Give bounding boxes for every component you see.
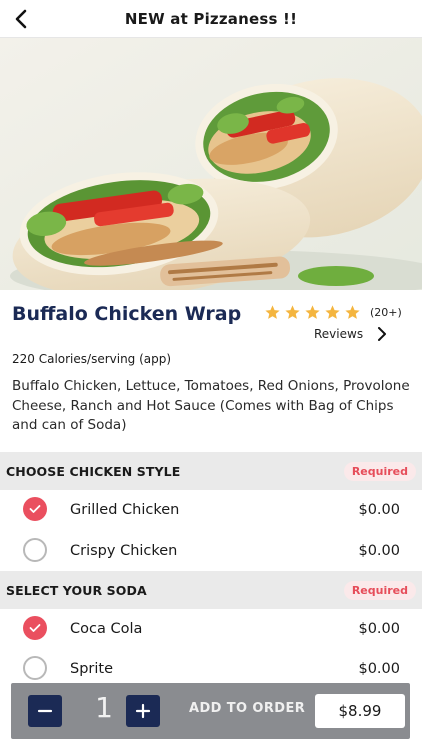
option-label: Crispy Chicken — [70, 542, 178, 559]
section-header-chicken-style: CHOOSE CHICKEN STYLE Required — [0, 452, 422, 490]
option-price: $0.00 — [358, 501, 400, 518]
star-icon — [305, 305, 320, 319]
section-header-soda: SELECT YOUR SODA Required — [0, 571, 422, 609]
rating-stars: (20+) — [264, 304, 402, 321]
item-title: Buffalo Chicken Wrap — [12, 303, 242, 325]
star-icon — [265, 305, 280, 319]
option-price: $0.00 — [358, 660, 400, 677]
radio-unselected[interactable] — [23, 656, 47, 680]
add-to-order-button[interactable]: ADD TO ORDER — [189, 701, 305, 716]
item-description: Buffalo Chicken, Lettuce, Tomatoes, Red … — [12, 378, 410, 433]
chevron-right-icon — [378, 327, 387, 341]
rating-count: (20+) — [370, 306, 402, 319]
option-label: Sprite — [70, 660, 114, 677]
reviews-label: Reviews — [314, 327, 364, 341]
option-price: $0.00 — [358, 620, 400, 637]
option-coca-cola[interactable]: Coca Cola $0.00 — [0, 608, 422, 649]
page-title: NEW at Pizzaness !! — [124, 9, 298, 28]
required-badge: Required — [343, 580, 416, 600]
increase-quantity-button[interactable] — [126, 695, 160, 727]
section-title: SELECT YOUR SODA — [6, 582, 147, 598]
plus-icon — [135, 703, 151, 719]
section-title: CHOOSE CHICKEN STYLE — [6, 463, 181, 479]
star-icon — [325, 305, 340, 319]
radio-unselected[interactable] — [23, 538, 47, 562]
option-label: Coca Cola — [70, 620, 143, 637]
back-button[interactable] — [8, 6, 34, 32]
product-image — [0, 38, 422, 290]
chevron-left-icon — [15, 9, 27, 29]
option-crispy-chicken[interactable]: Crispy Chicken $0.00 — [0, 530, 422, 571]
radio-selected[interactable] — [23, 616, 47, 640]
reviews-link[interactable]: Reviews — [314, 327, 387, 341]
check-icon — [29, 505, 41, 513]
minus-icon — [37, 709, 53, 713]
top-bar: NEW at Pizzaness !! — [0, 0, 422, 38]
quantity-value: 1 — [95, 691, 113, 724]
decrease-quantity-button[interactable] — [28, 695, 62, 727]
option-label: Grilled Chicken — [70, 501, 180, 518]
star-icon — [285, 305, 300, 319]
radio-selected[interactable] — [23, 497, 47, 521]
order-total-price: $8.99 — [315, 694, 405, 728]
star-icon — [345, 305, 360, 319]
option-grilled-chicken[interactable]: Grilled Chicken $0.00 — [0, 489, 422, 530]
calories-text: 220 Calories/serving (app) — [12, 352, 172, 366]
item-info: Buffalo Chicken Wrap (20+) Reviews 220 C… — [0, 290, 422, 452]
check-icon — [29, 624, 41, 632]
required-badge: Required — [343, 461, 416, 481]
order-bar: 1 ADD TO ORDER $8.99 — [11, 683, 410, 739]
option-price: $0.00 — [358, 542, 400, 559]
